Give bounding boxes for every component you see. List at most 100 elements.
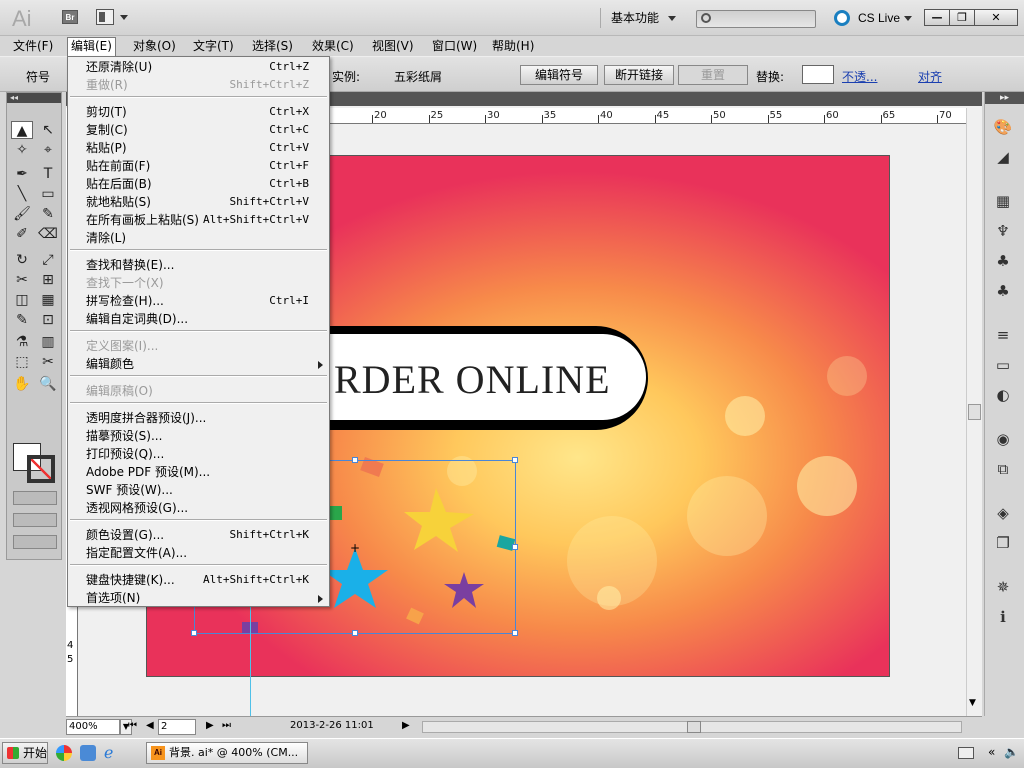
tool-4-icon[interactable]: ✒	[11, 165, 33, 183]
scrollbar-thumb[interactable]	[687, 721, 701, 733]
palette-icon[interactable]: 🎨	[993, 118, 1013, 136]
tray-expand-icon[interactable]: «	[988, 745, 995, 759]
tool-15-icon[interactable]: ⊞	[37, 271, 59, 289]
ie-icon[interactable]: ℯ	[104, 743, 113, 762]
workspace-switcher[interactable]: 基本功能	[600, 8, 682, 28]
menu-select[interactable]: 选择(S)	[249, 38, 296, 54]
scroll-down-icon[interactable]: ▼	[969, 698, 976, 708]
club-icon[interactable]: ♣	[993, 252, 1013, 270]
menu-type[interactable]: 文字(T)	[190, 38, 237, 54]
edit-menu-item[interactable]: 剪切(T) Ctrl+X	[68, 103, 329, 121]
tool-7-icon[interactable]: ▭	[37, 185, 59, 203]
tool-23-icon[interactable]: ✂	[37, 353, 59, 371]
start-button[interactable]: 开始	[2, 742, 48, 764]
keyboard-icon[interactable]	[958, 747, 974, 759]
edit-menu-item[interactable]: 打印预设(Q)...	[68, 445, 329, 463]
grid-icon[interactable]: ▦	[993, 192, 1013, 210]
layers-icon[interactable]: ◈	[993, 504, 1013, 522]
instance-value[interactable]: 五彩纸屑	[394, 68, 442, 85]
navigator-icon[interactable]: ✵	[993, 578, 1013, 596]
tool-0-icon[interactable]: ▲	[11, 121, 33, 139]
tool-25-icon[interactable]: 🔍	[37, 375, 59, 393]
tool-13-icon[interactable]: ⤢	[37, 251, 59, 269]
status-menu-icon[interactable]: ▶	[402, 720, 410, 731]
replace-symbol-dropdown[interactable]	[802, 65, 834, 84]
edit-menu-item[interactable]: SWF 预设(W)...	[68, 481, 329, 499]
dock-expand-icon[interactable]: ▸▸	[985, 92, 1024, 104]
menu-view[interactable]: 视图(V)	[369, 38, 417, 54]
edit-menu-item[interactable]: 就地粘贴(S) Shift+Ctrl+V	[68, 193, 329, 211]
tool-10-icon[interactable]: ✐	[11, 225, 33, 243]
resize-handle[interactable]	[512, 457, 518, 463]
brush-icon[interactable]: ◢	[993, 148, 1013, 166]
resize-handle[interactable]	[512, 630, 518, 636]
edit-menu-item[interactable]: 清除(L)	[68, 229, 329, 247]
screen-mode-icon[interactable]	[13, 535, 57, 549]
gradient-icon[interactable]: ▭	[993, 356, 1013, 374]
tool-20-icon[interactable]: ⚗	[11, 333, 33, 351]
appearance-icon[interactable]: ◉	[993, 430, 1013, 448]
tools-panel-header[interactable]: ◂◂	[7, 93, 61, 103]
tool-11-icon[interactable]: ⌫	[37, 225, 59, 243]
artboard-number-field[interactable]: 2	[158, 719, 196, 735]
guide-line[interactable]	[250, 600, 251, 716]
edit-menu-item[interactable]: 复制(C) Ctrl+C	[68, 121, 329, 139]
swatch-icon[interactable]: ♆	[993, 222, 1013, 240]
transparency-icon[interactable]: ◐	[993, 386, 1013, 404]
taskbar-illustrator-window[interactable]: Ai 背景. ai* @ 400% (CM...	[146, 742, 308, 764]
edit-menu-item[interactable]: 拼写检查(H)... Ctrl+I	[68, 292, 329, 310]
draw-mode-icon[interactable]	[13, 513, 57, 527]
edit-symbol-button[interactable]: 编辑符号	[520, 65, 598, 85]
edit-menu-item[interactable]: 颜色设置(G)... Shift+Ctrl+K	[68, 526, 329, 544]
break-link-button[interactable]: 断开链接	[604, 65, 674, 85]
menu-object[interactable]: 对象(O)	[130, 38, 179, 54]
edit-menu-item[interactable]: Adobe PDF 预设(M)...	[68, 463, 329, 481]
restore-button[interactable]: ❐	[949, 9, 975, 26]
edit-menu-item[interactable]: 透视网格预设(G)...	[68, 499, 329, 517]
resize-handle[interactable]	[352, 630, 358, 636]
edit-menu-item[interactable]: 键盘快捷键(K)... Alt+Shift+Ctrl+K	[68, 571, 329, 589]
resize-handle[interactable]	[512, 544, 518, 550]
zoom-field[interactable]: 400%	[66, 719, 120, 735]
edit-menu-item[interactable]: 粘贴(P) Ctrl+V	[68, 139, 329, 157]
edit-menu-item[interactable]: 透明度拼合器预设(J)...	[68, 409, 329, 427]
volume-icon[interactable]: 🔈	[1004, 745, 1019, 759]
color-mode-icon[interactable]	[13, 491, 57, 505]
resize-handle[interactable]	[191, 630, 197, 636]
prev-artboard-icon[interactable]: ◀	[146, 720, 154, 731]
edit-menu-item[interactable]: 编辑自定词典(D)...	[68, 310, 329, 328]
tool-9-icon[interactable]: ✎	[37, 205, 59, 223]
tool-17-icon[interactable]: ▦	[37, 291, 59, 309]
vertical-scrollbar[interactable]: ▼	[966, 108, 982, 716]
tool-21-icon[interactable]: ▥	[37, 333, 59, 351]
horizontal-scrollbar[interactable]	[422, 721, 962, 733]
edit-menu-item[interactable]: 首选项(N)	[68, 589, 329, 607]
tool-5-icon[interactable]: T	[37, 165, 59, 183]
browser-icon[interactable]	[80, 745, 96, 761]
menu-edit[interactable]: 编辑(E)	[67, 37, 116, 56]
resize-handle[interactable]	[352, 457, 358, 463]
graphic-style-icon[interactable]: ⧉	[993, 460, 1013, 478]
tool-8-icon[interactable]: 🖌	[11, 205, 33, 223]
banner-text[interactable]: RDER ONLINE	[334, 356, 611, 403]
cslive-icon[interactable]	[834, 10, 850, 26]
edit-menu-item[interactable]: 贴在后面(B) Ctrl+B	[68, 175, 329, 193]
minimize-button[interactable]: —	[924, 9, 950, 26]
tool-1-icon[interactable]: ↖	[37, 121, 59, 139]
help-search-input[interactable]	[696, 10, 816, 28]
reset-button[interactable]: 重置	[678, 65, 748, 85]
scrollbar-thumb[interactable]	[968, 404, 981, 420]
symbol-icon[interactable]: ♣	[993, 282, 1013, 300]
edit-menu-item[interactable]: 贴在前面(F) Ctrl+F	[68, 157, 329, 175]
tool-24-icon[interactable]: ✋	[11, 375, 33, 393]
tool-6-icon[interactable]: ╲	[11, 185, 33, 203]
first-artboard-icon[interactable]: ⏮	[128, 720, 137, 731]
close-button[interactable]: ✕	[974, 9, 1018, 26]
tool-16-icon[interactable]: ◫	[11, 291, 33, 309]
menu-help[interactable]: 帮助(H)	[489, 38, 537, 54]
align-link[interactable]: 对齐	[918, 68, 942, 85]
stroke-icon[interactable]: ≡	[993, 326, 1013, 344]
tool-3-icon[interactable]: ⌖	[37, 141, 59, 159]
bridge-button[interactable]: Br	[62, 10, 78, 24]
last-artboard-icon[interactable]: ⏭	[222, 720, 231, 731]
